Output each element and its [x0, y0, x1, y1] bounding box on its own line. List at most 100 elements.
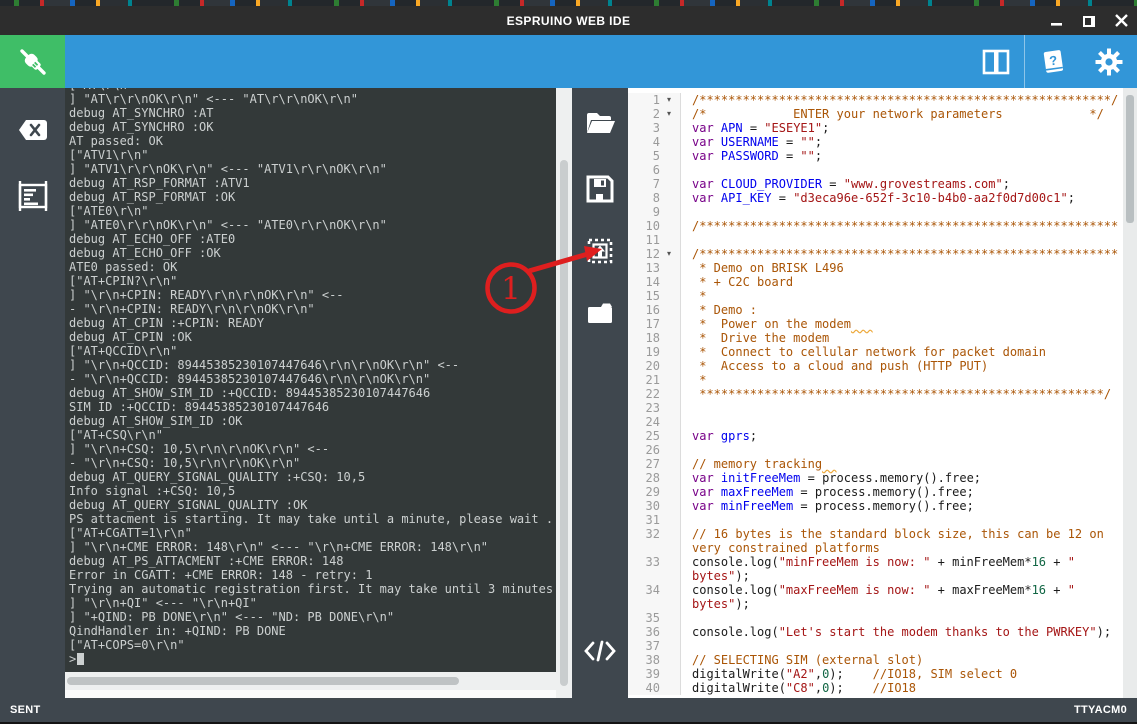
terminal-line: ] "+QIND: PB DONE\r\n" <--- "ND: PB DONE…	[69, 610, 553, 624]
line-number[interactable]: 29	[628, 485, 660, 499]
storage-folder-button[interactable]	[572, 284, 628, 342]
line-number[interactable]: 5	[628, 149, 660, 163]
fold-gutter-empty	[660, 415, 678, 429]
line-number[interactable]: 25	[628, 429, 660, 443]
line-number[interactable]: 6	[628, 163, 660, 177]
code-line-text: /***************************************…	[681, 247, 1123, 261]
line-number[interactable]: 36	[628, 625, 660, 639]
line-number[interactable]: 4	[628, 135, 660, 149]
line-number[interactable]: 26	[628, 443, 660, 457]
line-number[interactable]: 34	[628, 583, 660, 611]
editor-vertical-scrollbar-thumb[interactable]	[1126, 95, 1134, 223]
editor-gutter: 32	[628, 527, 681, 555]
line-number[interactable]: 21	[628, 373, 660, 387]
help-button[interactable]: ?	[1025, 35, 1081, 88]
editor-line: 23​	[628, 401, 1123, 415]
line-number[interactable]: 19	[628, 345, 660, 359]
editor-gutter: 39	[628, 667, 681, 681]
line-number[interactable]: 39	[628, 667, 660, 681]
fold-arrow-icon[interactable]: ▾	[660, 93, 678, 107]
terminal-line: debug AT_SHOW_SIM_ID :+QCCID: 8944538523…	[69, 386, 553, 400]
line-number[interactable]: 11	[628, 233, 660, 247]
line-number[interactable]: 7	[628, 177, 660, 191]
terminal-line: ["AT+CSQ\r\n"	[69, 428, 553, 442]
line-number[interactable]: 33	[628, 555, 660, 583]
editor-gutter: 14	[628, 275, 681, 289]
line-number[interactable]: 20	[628, 359, 660, 373]
editor-line: 32// 16 bytes is the standard block size…	[628, 527, 1123, 555]
editor-line: 18 * Drive the modem	[628, 331, 1123, 345]
editor-gutter: 37	[628, 639, 681, 653]
editor-line: 34console.log("maxFreeMem is now: " + ma…	[628, 583, 1123, 611]
line-number[interactable]: 18	[628, 331, 660, 345]
line-number[interactable]: 37	[628, 639, 660, 653]
line-number[interactable]: 1	[628, 93, 660, 107]
code-token: ;	[1068, 191, 1075, 205]
terminal-panel[interactable]: ["AT\r\n"] "AT\r\r\nOK\r\n" <--- "AT\r\r…	[65, 88, 556, 672]
code-line-text: ​	[681, 163, 1123, 177]
upload-flash-button[interactable]	[572, 222, 628, 280]
maximize-button[interactable]	[1081, 13, 1097, 29]
line-number[interactable]: 28	[628, 471, 660, 485]
code-token: );	[829, 667, 872, 681]
terminal-line: ] "\r\n+QCCID: 89445385230107447646\r\n\…	[69, 358, 553, 372]
editor-line: 7var CLOUD_PROVIDER = "www.grovestreams.…	[628, 177, 1123, 191]
code-snippets-button[interactable]	[572, 622, 628, 680]
open-file-icon	[584, 110, 616, 136]
line-number[interactable]: 13	[628, 261, 660, 275]
code-editor[interactable]: 1▾/*************************************…	[628, 88, 1123, 698]
line-number[interactable]: 38	[628, 653, 660, 667]
editor-line: 39digitalWrite("A2",0); //IO18, SIM sele…	[628, 667, 1123, 681]
code-token: =	[772, 191, 794, 205]
line-number[interactable]: 12	[628, 247, 660, 261]
save-file-button[interactable]	[572, 160, 628, 218]
terminal-vertical-scrollbar-thumb[interactable]	[560, 160, 568, 686]
line-number[interactable]: 24	[628, 415, 660, 429]
middle-toolbar-spacer	[572, 342, 628, 622]
clear-terminal-button[interactable]	[0, 102, 65, 158]
fold-arrow-icon[interactable]: ▾	[660, 107, 678, 121]
line-number[interactable]: 31	[628, 513, 660, 527]
line-number[interactable]: 10	[628, 219, 660, 233]
line-number[interactable]: 3	[628, 121, 660, 135]
line-number[interactable]: 27	[628, 457, 660, 471]
open-file-button[interactable]	[572, 94, 628, 152]
terminal-line: ["AT+COPS=0\r\n"	[69, 638, 553, 652]
code-line-text: /***************************************…	[681, 219, 1123, 233]
code-token	[714, 177, 721, 191]
editor-line: 5 var PASSWORD = "";	[628, 149, 1123, 163]
line-number[interactable]: 9	[628, 205, 660, 219]
line-number[interactable]: 30	[628, 499, 660, 513]
line-number[interactable]: 35	[628, 611, 660, 625]
code-line-text: var PASSWORD = "";	[681, 149, 1123, 163]
line-number[interactable]: 23	[628, 401, 660, 415]
line-number[interactable]: 14	[628, 275, 660, 289]
close-button[interactable]	[1113, 13, 1129, 29]
main-toolbar: ?	[0, 35, 1137, 88]
code-line-text: ​	[681, 443, 1123, 457]
terminal-line: ] "\r\n+CME ERROR: 148\r\n" <--- "\r\n+C…	[69, 540, 553, 554]
line-number[interactable]: 8	[628, 191, 660, 205]
fold-arrow-icon[interactable]: ▾	[660, 247, 678, 261]
connect-button[interactable]	[0, 35, 65, 88]
settings-button[interactable]	[1081, 35, 1137, 88]
line-number[interactable]: 16	[628, 303, 660, 317]
code-token: console.log(	[692, 555, 779, 569]
terminal-console-button[interactable]	[0, 168, 65, 224]
line-number[interactable]: 2	[628, 107, 660, 121]
line-number[interactable]: 22	[628, 387, 660, 401]
line-number[interactable]: 15	[628, 289, 660, 303]
fold-gutter-empty	[660, 639, 678, 653]
line-number[interactable]: 32	[628, 527, 660, 555]
line-number[interactable]: 40	[628, 681, 660, 695]
save-file-icon	[585, 174, 615, 204]
terminal-line: debug AT_SYNCHRO :OK	[69, 120, 553, 134]
split-view-button[interactable]	[968, 35, 1024, 88]
editor-line: 1▾/*************************************…	[628, 93, 1123, 107]
code-token: +	[1046, 583, 1068, 597]
code-line-text: * Power on the modem	[681, 317, 1123, 331]
code-line-text: // memory tracking	[681, 457, 1123, 471]
terminal-horizontal-scrollbar-thumb[interactable]	[67, 677, 459, 685]
line-number[interactable]: 17	[628, 317, 660, 331]
minimize-button[interactable]	[1049, 13, 1065, 29]
